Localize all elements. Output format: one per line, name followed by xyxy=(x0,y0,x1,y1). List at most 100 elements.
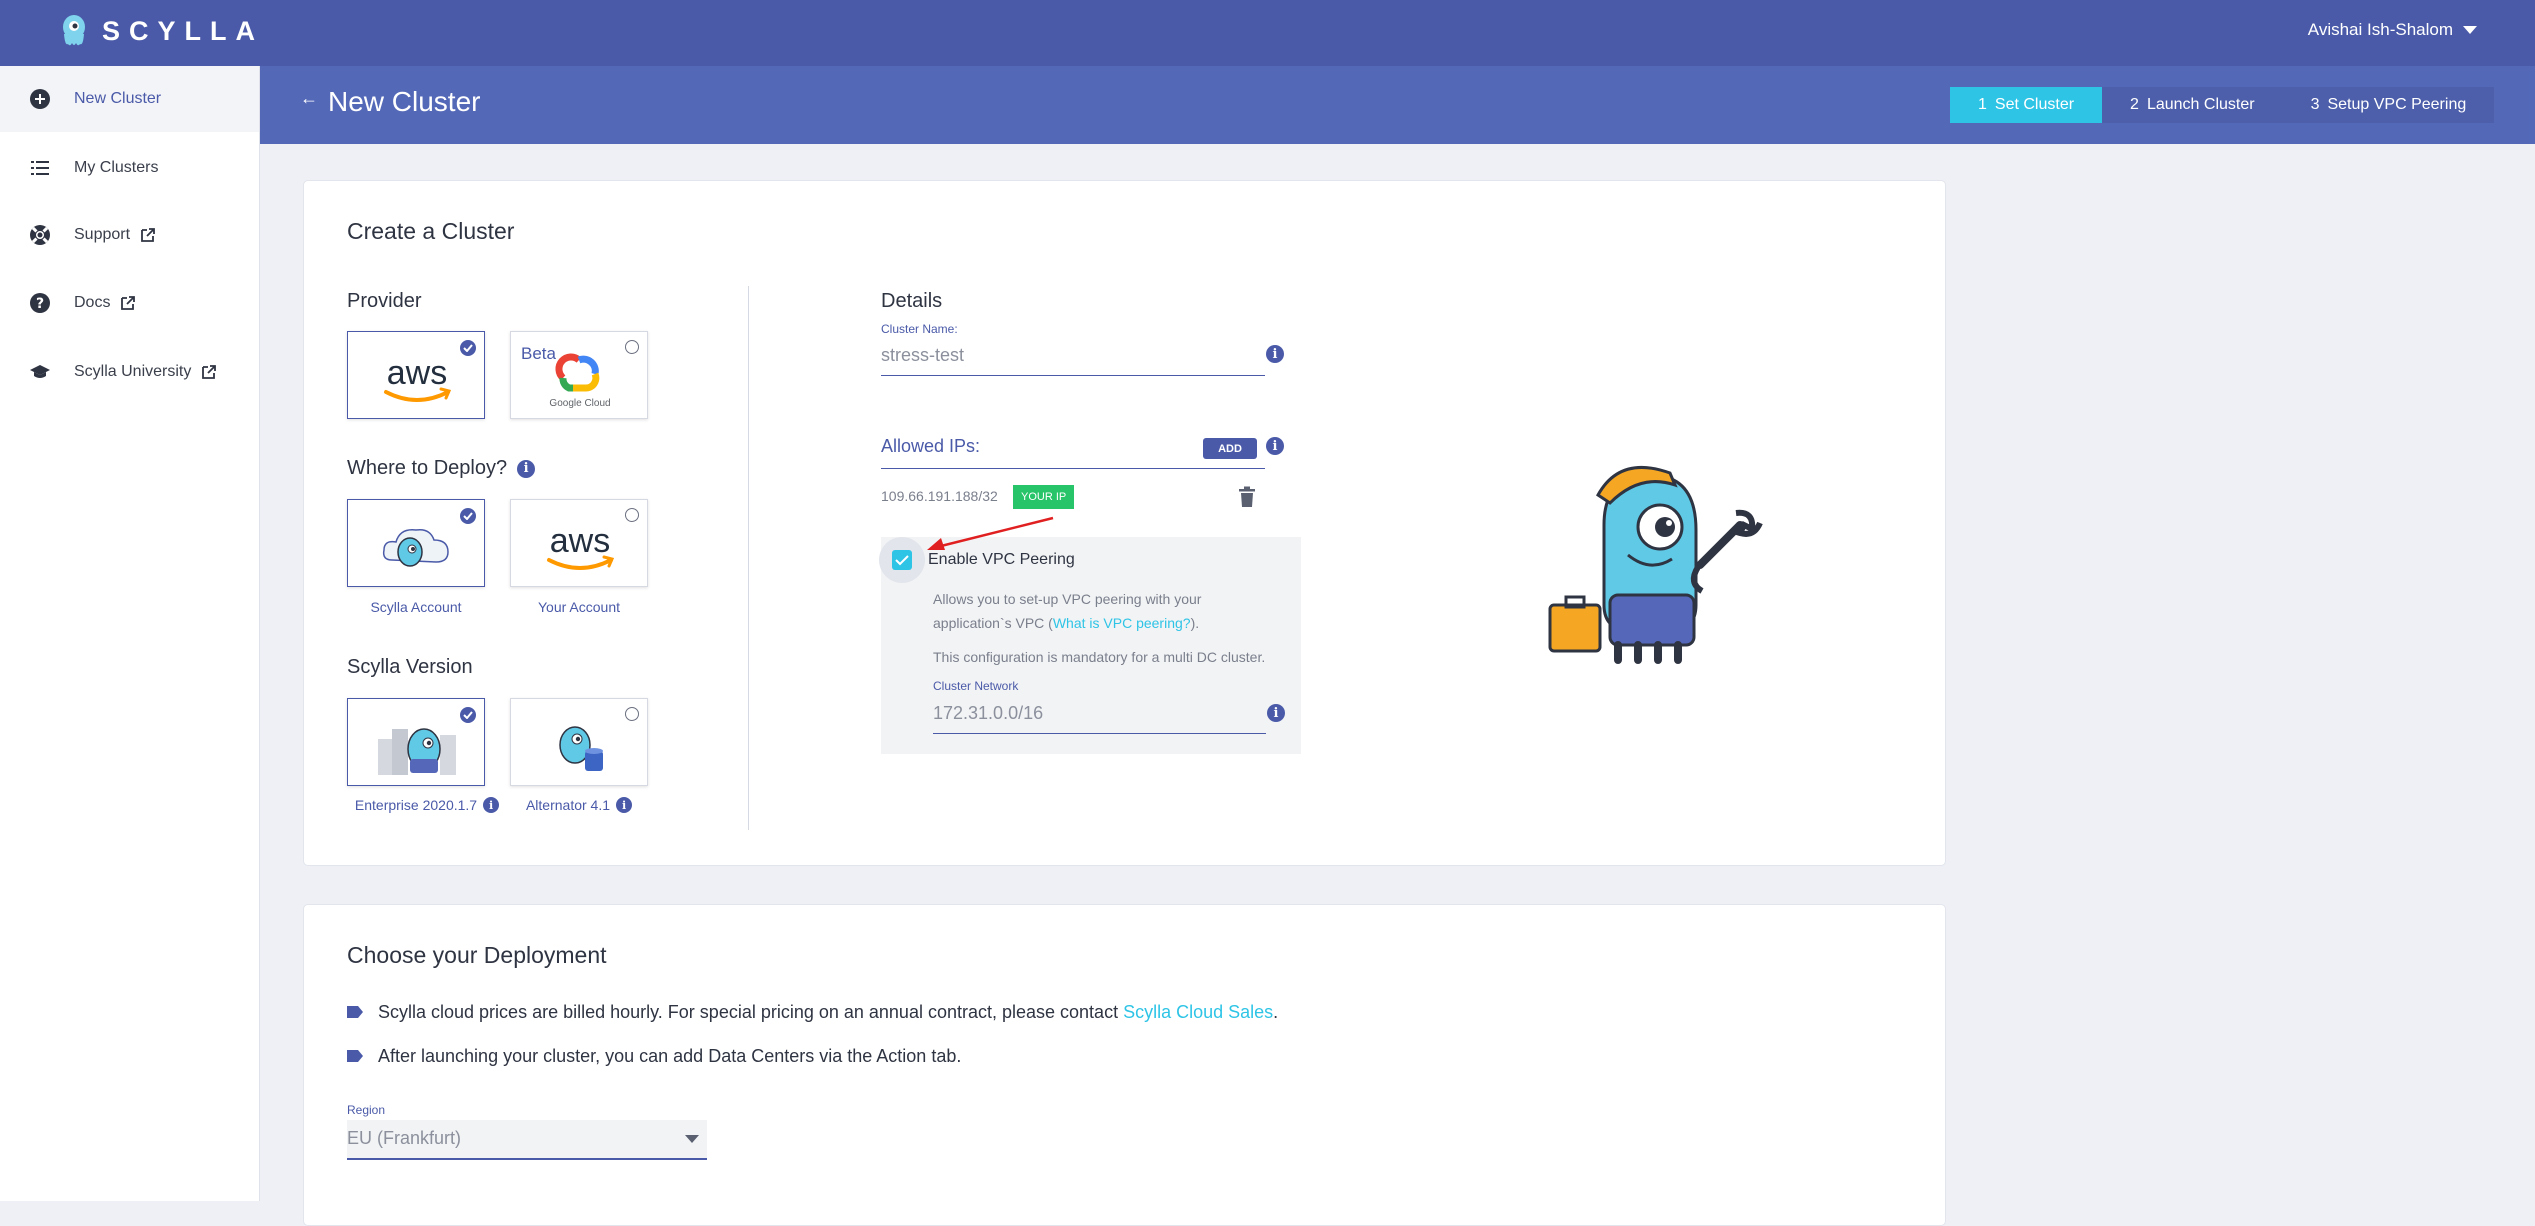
radio-icon xyxy=(625,707,639,721)
step-label: Launch Cluster xyxy=(2146,96,2255,113)
step-number: 2 xyxy=(2130,96,2139,113)
region-value: EU (Frankfurt) xyxy=(347,1128,462,1148)
external-link-icon xyxy=(202,365,217,379)
cluster-network-value: 172.31.0.0/16 xyxy=(933,703,1044,723)
deploy-your-account-tile[interactable]: aws xyxy=(510,499,648,587)
svg-text:aws: aws xyxy=(550,522,610,560)
cluster-name-label: Cluster Name: xyxy=(881,322,958,336)
info-icon[interactable]: i xyxy=(1267,704,1285,722)
external-link-icon xyxy=(141,228,155,242)
top-bar: SCYLLA Avishai Ish-Shalom xyxy=(0,0,2535,66)
scylla-logo[interactable]: SCYLLA xyxy=(60,14,264,48)
help-circle-icon: ? xyxy=(28,291,52,315)
deploy-scylla-account-tile[interactable] xyxy=(347,499,485,587)
version-enterprise-tile[interactable] xyxy=(347,698,485,786)
version-caption: Alternator 4.1 xyxy=(525,797,611,813)
provider-aws-tile[interactable]: aws xyxy=(347,331,485,419)
deploy-caption: Scylla Account xyxy=(370,599,462,615)
external-link-icon xyxy=(121,296,136,310)
sidebar-item-scylla-university[interactable]: Scylla University xyxy=(0,339,259,405)
vpc-desc-pre: application`s VPC ( xyxy=(933,615,1053,631)
sidebar-item-label: My Clusters xyxy=(74,159,159,176)
sidebar-item-label: New Cluster xyxy=(74,90,162,107)
column-divider xyxy=(748,286,749,830)
vpc-peering-checkbox[interactable] xyxy=(892,550,912,570)
version-caption-wrap: Alternator 4.1 i xyxy=(510,797,648,813)
check-icon xyxy=(460,508,476,524)
deploy-label: Where to Deploy? xyxy=(347,457,508,479)
provider-gcp-tile[interactable]: Beta Google Cloud xyxy=(510,331,648,419)
sidebar-item-my-clusters[interactable]: My Clusters xyxy=(0,135,259,201)
region-label: Region xyxy=(347,1103,386,1117)
gcp-label: Google Cloud xyxy=(549,398,611,409)
provider-label: Provider xyxy=(347,290,422,312)
vpc-peering-help-link[interactable]: What is VPC peering? xyxy=(1053,615,1191,631)
ip-value: 109.66.191.188/32 xyxy=(881,488,998,504)
step-number: 1 xyxy=(1978,96,1987,113)
version-label: Scylla Version xyxy=(347,656,473,678)
scylla-monster-icon xyxy=(63,15,85,46)
sidebar: New Cluster My Clusters Support ? Docs S… xyxy=(0,66,260,1201)
logo-text: SCYLLA xyxy=(102,15,264,46)
plus-circle-icon xyxy=(28,87,52,111)
tag-icon xyxy=(347,1006,363,1018)
sidebar-item-label-wrap: Scylla University xyxy=(74,363,217,381)
region-select[interactable]: EU (Frankfurt) xyxy=(347,1120,707,1160)
scylla-mechanic-mascot xyxy=(1548,465,1763,664)
deployment-title: Choose your Deployment xyxy=(347,942,607,968)
chevron-down-icon xyxy=(685,1135,699,1143)
card-title: Create a Cluster xyxy=(347,218,515,244)
allowed-ips-label: Allowed IPs: xyxy=(881,436,981,456)
sidebar-item-docs[interactable]: ? Docs xyxy=(0,270,259,336)
sidebar-item-label-wrap: Support xyxy=(74,226,156,244)
radio-icon xyxy=(625,340,639,354)
deploy-label-wrap: Where to Deploy? i xyxy=(347,457,536,480)
step-setup-vpc-peering[interactable]: 3 Setup VPC Peering xyxy=(2283,87,2495,123)
step-set-cluster[interactable]: 1 Set Cluster xyxy=(1950,87,2103,123)
cluster-name-input[interactable]: stress-test xyxy=(881,345,1265,376)
tag-icon xyxy=(347,1050,363,1062)
version-alternator-tile[interactable] xyxy=(510,698,648,786)
sidebar-item-new-cluster[interactable]: New Cluster xyxy=(0,66,259,132)
sidebar-item-label-wrap: Docs xyxy=(74,294,136,312)
info-icon[interactable]: i xyxy=(483,797,500,813)
cluster-network-input[interactable]: 172.31.0.0/16 xyxy=(933,703,1266,734)
radio-icon xyxy=(625,508,639,522)
cluster-name-value: stress-test xyxy=(881,345,965,365)
back-arrow-icon[interactable]: ← xyxy=(300,88,318,109)
deploy-caption: Your Account xyxy=(538,599,620,615)
user-name: Avishai Ish-Shalom xyxy=(2307,20,2453,39)
info-icon[interactable]: i xyxy=(616,797,633,813)
check-icon xyxy=(460,707,476,723)
trash-icon[interactable] xyxy=(1238,486,1256,508)
sidebar-item-label: Docs xyxy=(74,294,111,311)
vpc-desc-line-3: This configuration is mandatory for a mu… xyxy=(933,649,1266,665)
svg-text:?: ? xyxy=(36,296,44,312)
pricing-text-end: . xyxy=(1273,1002,1279,1022)
graduation-cap-icon xyxy=(28,360,52,384)
red-arrow-annotation xyxy=(927,516,1054,550)
vpc-peering-label[interactable]: Enable VPC Peering xyxy=(928,551,1075,569)
sidebar-item-label: Support xyxy=(74,226,131,243)
user-menu[interactable]: Avishai Ish-Shalom xyxy=(2308,20,2477,40)
step-label: Setup VPC Peering xyxy=(2327,96,2467,113)
cluster-network-label: Cluster Network xyxy=(933,679,1019,693)
sidebar-item-support[interactable]: Support xyxy=(0,202,259,268)
add-ip-button[interactable]: ADD xyxy=(1203,438,1257,459)
page-title: New Cluster xyxy=(328,86,481,117)
vpc-desc-line-2: application`s VPC (What is VPC peering?)… xyxy=(933,611,1199,635)
scylla-cloud-sales-link[interactable]: Scylla Cloud Sales xyxy=(1123,1002,1273,1022)
list-icon xyxy=(28,156,52,180)
vpc-desc-post: ). xyxy=(1190,615,1200,631)
your-ip-badge: YOUR IP xyxy=(1013,485,1075,509)
check-icon xyxy=(460,340,476,356)
wizard-stepper: 1 Set Cluster 2 Launch Cluster 3 Setup V… xyxy=(1950,87,2495,123)
info-icon[interactable]: i xyxy=(1266,437,1284,455)
info-icon[interactable]: i xyxy=(1266,345,1284,363)
info-icon[interactable]: i xyxy=(517,459,536,478)
version-caption: Enterprise 2020.1.7 xyxy=(354,797,478,813)
step-number: 3 xyxy=(2310,96,2320,113)
step-label: Set Cluster xyxy=(1994,96,2075,113)
lifebuoy-icon xyxy=(28,223,52,247)
step-launch-cluster[interactable]: 2 Launch Cluster xyxy=(2102,87,2283,123)
